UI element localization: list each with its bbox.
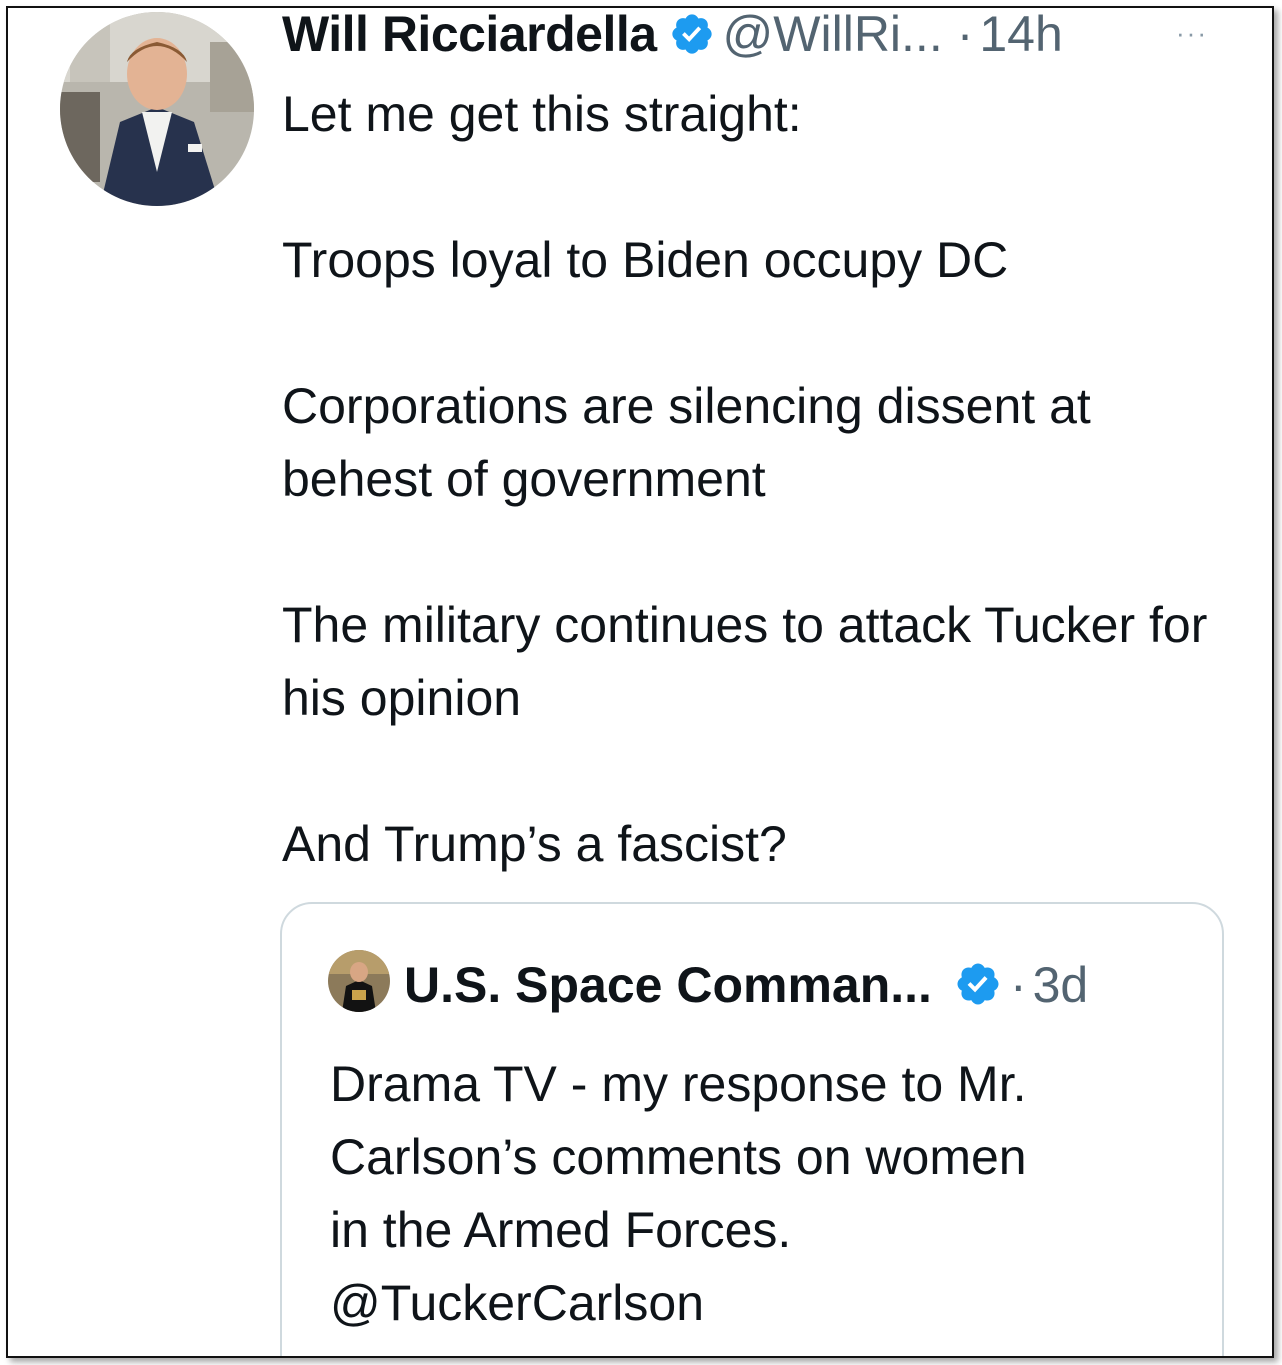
- quoted-tweet-timestamp[interactable]: 3d: [1033, 955, 1089, 1015]
- tweet-timestamp[interactable]: 14h: [979, 8, 1062, 64]
- tweet-paragraph: And Trump’s a fascist?: [282, 816, 787, 872]
- tweet-header: Will Ricciardella @WillRi... · 14h: [282, 6, 1063, 64]
- tweet-screenshot: Will Ricciardella @WillRi... · 14h ··· L…: [6, 6, 1274, 1358]
- quoted-author-avatar[interactable]: [328, 950, 390, 1012]
- author-avatar[interactable]: [60, 12, 254, 206]
- tweet-paragraph: Troops loyal to Biden occupy DC: [282, 232, 1009, 288]
- verified-badge-icon: [954, 960, 1002, 1008]
- quoted-author-name[interactable]: U.S. Space Comman...: [404, 955, 932, 1015]
- author-handle[interactable]: @WillRi...: [723, 8, 943, 64]
- quoted-tweet-header: U.S. Space Comman... · 3d: [404, 954, 1088, 1015]
- quoted-tweet-line: in the Armed Forces.: [330, 1202, 792, 1258]
- author-name[interactable]: Will Ricciardella: [282, 8, 657, 64]
- tweet-text: Let me get this straight: Troops loyal t…: [282, 78, 1242, 881]
- author-avatar-image: [60, 12, 254, 206]
- quoted-tweet-line: Carlson’s comments on women: [330, 1129, 1027, 1185]
- tweet-paragraph: Let me get this straight:: [282, 86, 802, 142]
- quoted-tweet-text: Drama TV - my response to Mr. Carlson’s …: [330, 1048, 1190, 1340]
- quoted-tweet-line: Drama TV - my response to Mr.: [330, 1056, 1027, 1112]
- verified-badge-icon: [669, 10, 715, 56]
- more-dots-icon[interactable]: ···: [1176, 18, 1208, 49]
- quoted-author-avatar-image: [328, 950, 390, 1012]
- quoted-header-separator: ·: [1009, 957, 1027, 1013]
- quoted-tweet-mention-link[interactable]: @TuckerCarlson: [330, 1267, 1190, 1340]
- tweet-paragraph: Corporations are silencing dissent at be…: [282, 378, 1091, 507]
- tweet-paragraph: The military continues to attack Tucker …: [282, 597, 1208, 726]
- quoted-tweet-card[interactable]: U.S. Space Comman... · 3d Drama TV - my …: [280, 902, 1224, 1356]
- header-separator: ·: [956, 6, 974, 62]
